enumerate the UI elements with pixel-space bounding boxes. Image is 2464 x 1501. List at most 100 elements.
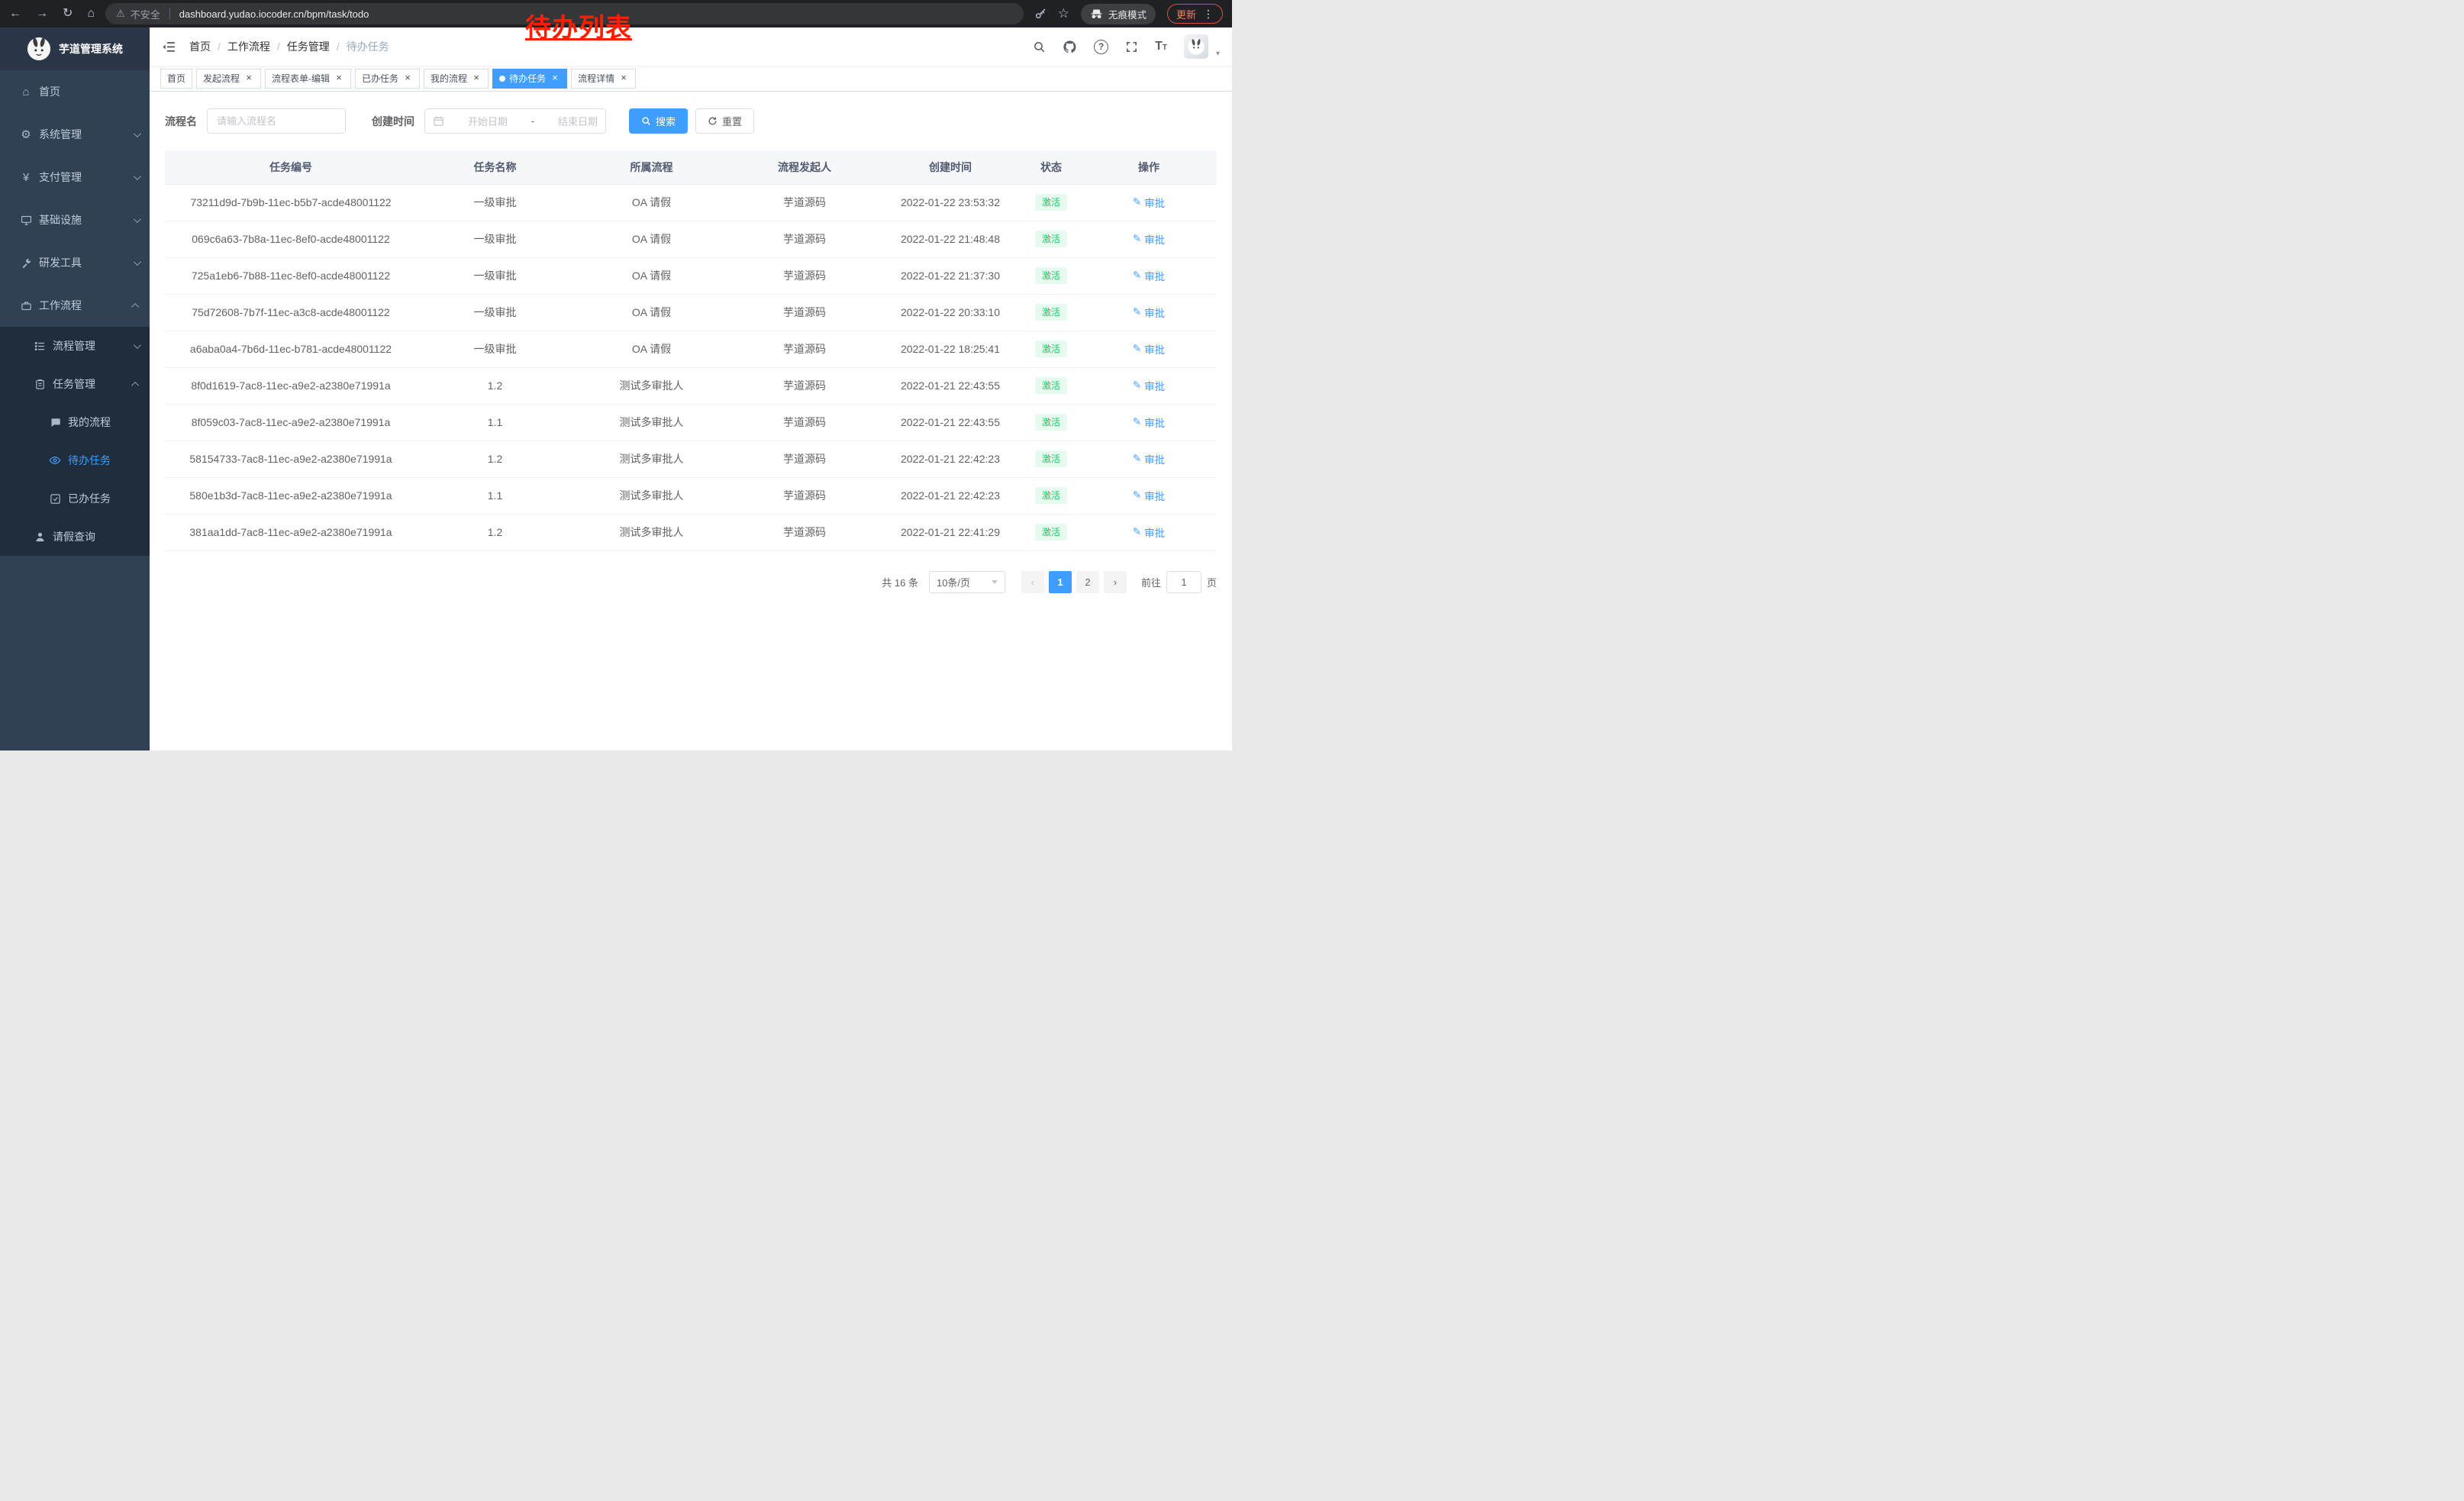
cell-starter: 芋道源码	[730, 514, 879, 550]
forward-icon[interactable]: →	[36, 8, 48, 20]
total-count: 共 16 条	[882, 575, 918, 589]
browser-menu-icon[interactable]: ⋮	[1203, 8, 1214, 21]
pagination: 共 16 条 10条/页 ‹ 1 2 › 前往 页	[165, 571, 1217, 593]
monitor-icon	[17, 215, 35, 226]
tab-close-icon[interactable]: ×	[618, 73, 629, 84]
sidebar-item-devtools[interactable]: 研发工具	[0, 241, 150, 284]
tab-item[interactable]: 流程表单-编辑 ×	[265, 69, 351, 89]
sidebar-item-todo-tasks[interactable]: 待办任务	[0, 441, 150, 479]
cell-created: 2022-01-21 22:41:29	[879, 514, 1021, 550]
approve-link[interactable]: ✎审批	[1133, 451, 1165, 466]
key-icon[interactable]	[1034, 8, 1047, 20]
approve-link[interactable]: ✎审批	[1133, 488, 1165, 503]
cell-process: 测试多审批人	[573, 367, 730, 404]
sidebar-item-system[interactable]: ⚙ 系统管理	[0, 113, 150, 156]
page-button-1[interactable]: 1	[1049, 571, 1072, 593]
tab-close-icon[interactable]: ×	[550, 73, 560, 84]
breadcrumb-workflow[interactable]: 工作流程	[227, 39, 270, 54]
tab-label: 流程详情	[578, 72, 614, 85]
approve-link[interactable]: ✎审批	[1133, 415, 1165, 430]
divider	[169, 8, 170, 19]
status-badge: 激活	[1035, 194, 1067, 211]
breadcrumb-home[interactable]: 首页	[189, 39, 211, 54]
status-badge: 激活	[1035, 304, 1067, 321]
sidebar-item-process-mgmt[interactable]: 流程管理	[0, 327, 150, 365]
table-header-row: 任务编号 任务名称 所属流程 流程发起人 创建时间 状态 操作	[165, 150, 1217, 184]
sidebar-item-label: 我的流程	[68, 415, 111, 430]
reset-button[interactable]: 重置	[695, 108, 754, 134]
sidebar-item-infra[interactable]: 基础设施	[0, 199, 150, 241]
goto-suffix: 页	[1207, 575, 1217, 589]
address-bar[interactable]: ⚠ 不安全 dashboard.yudao.iocoder.cn/bpm/tas…	[105, 3, 1024, 24]
sidebar-item-label: 首页	[39, 84, 60, 99]
home-icon[interactable]: ⌂	[87, 8, 95, 20]
fullscreen-icon[interactable]	[1125, 40, 1138, 53]
back-icon[interactable]: ←	[9, 8, 21, 20]
approve-link[interactable]: ✎审批	[1133, 341, 1165, 357]
sidebar-item-label: 系统管理	[39, 127, 82, 142]
tab-item[interactable]: 首页	[160, 69, 192, 89]
approve-link[interactable]: ✎审批	[1133, 195, 1165, 210]
cell-starter: 芋道源码	[730, 477, 879, 514]
sidebar-collapse-icon[interactable]	[162, 40, 176, 54]
sidebar-item-done-tasks[interactable]: 已办任务	[0, 479, 150, 518]
approve-link-label: 审批	[1144, 378, 1165, 393]
cell-task-id: 75d72608-7b7f-11ec-a3c8-acde48001122	[165, 294, 417, 331]
sidebar-item-payment[interactable]: ¥ 支付管理	[0, 156, 150, 199]
approve-link[interactable]: ✎审批	[1133, 268, 1165, 283]
sidebar-item-home[interactable]: ⌂ 首页	[0, 70, 150, 113]
next-page-button[interactable]: ›	[1104, 571, 1127, 593]
cell-actions: ✎审批	[1081, 441, 1217, 477]
sidebar-item-workflow[interactable]: 工作流程	[0, 284, 150, 327]
tab-item[interactable]: 发起流程×	[196, 69, 261, 89]
update-button[interactable]: 更新 ⋮	[1167, 4, 1223, 24]
edit-icon: ✎	[1133, 343, 1141, 355]
chevron-down-icon	[134, 258, 141, 266]
approve-link[interactable]: ✎审批	[1133, 378, 1165, 393]
cell-task-name: 一级审批	[417, 257, 573, 294]
page-button-2[interactable]: 2	[1076, 571, 1099, 593]
avatar[interactable]	[1184, 34, 1208, 59]
sidebar-item-leave-query[interactable]: 请假查询	[0, 518, 150, 556]
avatar-caret-icon[interactable]: ▾	[1216, 50, 1220, 58]
tab-label: 流程表单-编辑	[272, 72, 330, 85]
cell-actions: ✎审批	[1081, 221, 1217, 257]
status-badge: 激活	[1035, 414, 1067, 431]
approve-link[interactable]: ✎审批	[1133, 231, 1165, 247]
tab-active[interactable]: 待办任务 ×	[492, 69, 567, 89]
approve-link-label: 审批	[1144, 231, 1165, 247]
sidebar-item-my-process[interactable]: 我的流程	[0, 403, 150, 441]
cell-actions: ✎审批	[1081, 294, 1217, 331]
date-range-picker[interactable]: 开始日期 - 结束日期	[424, 108, 606, 134]
font-size-icon[interactable]: TT	[1155, 40, 1167, 53]
dashboard-icon: ⌂	[17, 86, 35, 98]
cell-starter: 芋道源码	[730, 221, 879, 257]
breadcrumb-task-mgmt[interactable]: 任务管理	[287, 39, 330, 54]
cell-task-name: 1.2	[417, 514, 573, 550]
help-icon[interactable]: ?	[1094, 40, 1108, 54]
search-button[interactable]: 搜索	[629, 108, 688, 134]
goto-page-input[interactable]	[1166, 571, 1201, 593]
security-label: 不安全	[131, 7, 160, 21]
prev-page-button[interactable]: ‹	[1021, 571, 1044, 593]
update-label: 更新	[1176, 7, 1196, 21]
tab-close-icon[interactable]: ×	[243, 73, 254, 84]
reload-icon[interactable]: ↻	[63, 8, 73, 20]
approve-link[interactable]: ✎审批	[1133, 305, 1165, 320]
warning-icon[interactable]: ⚠	[116, 8, 125, 20]
process-name-input[interactable]	[207, 108, 346, 134]
tab-item[interactable]: 流程详情 ×	[571, 69, 636, 89]
tab-item[interactable]: 已办任务×	[355, 69, 420, 89]
tab-label: 待办任务	[509, 72, 546, 85]
tab-close-icon[interactable]: ×	[334, 73, 344, 84]
tab-close-icon[interactable]: ×	[402, 73, 413, 84]
search-icon[interactable]	[1033, 40, 1046, 53]
github-icon[interactable]	[1063, 40, 1077, 54]
sidebar-item-task-mgmt[interactable]: 任务管理	[0, 365, 150, 403]
sidebar: 芋道管理系统 ⌂ 首页 ⚙ 系统管理 ¥ 支付管理	[0, 27, 150, 750]
tab-item[interactable]: 我的流程×	[424, 69, 489, 89]
tab-close-icon[interactable]: ×	[471, 73, 482, 84]
page-size-select[interactable]: 10条/页	[929, 571, 1005, 593]
approve-link[interactable]: ✎审批	[1133, 525, 1165, 540]
bookmark-star-icon[interactable]: ☆	[1058, 6, 1069, 21]
